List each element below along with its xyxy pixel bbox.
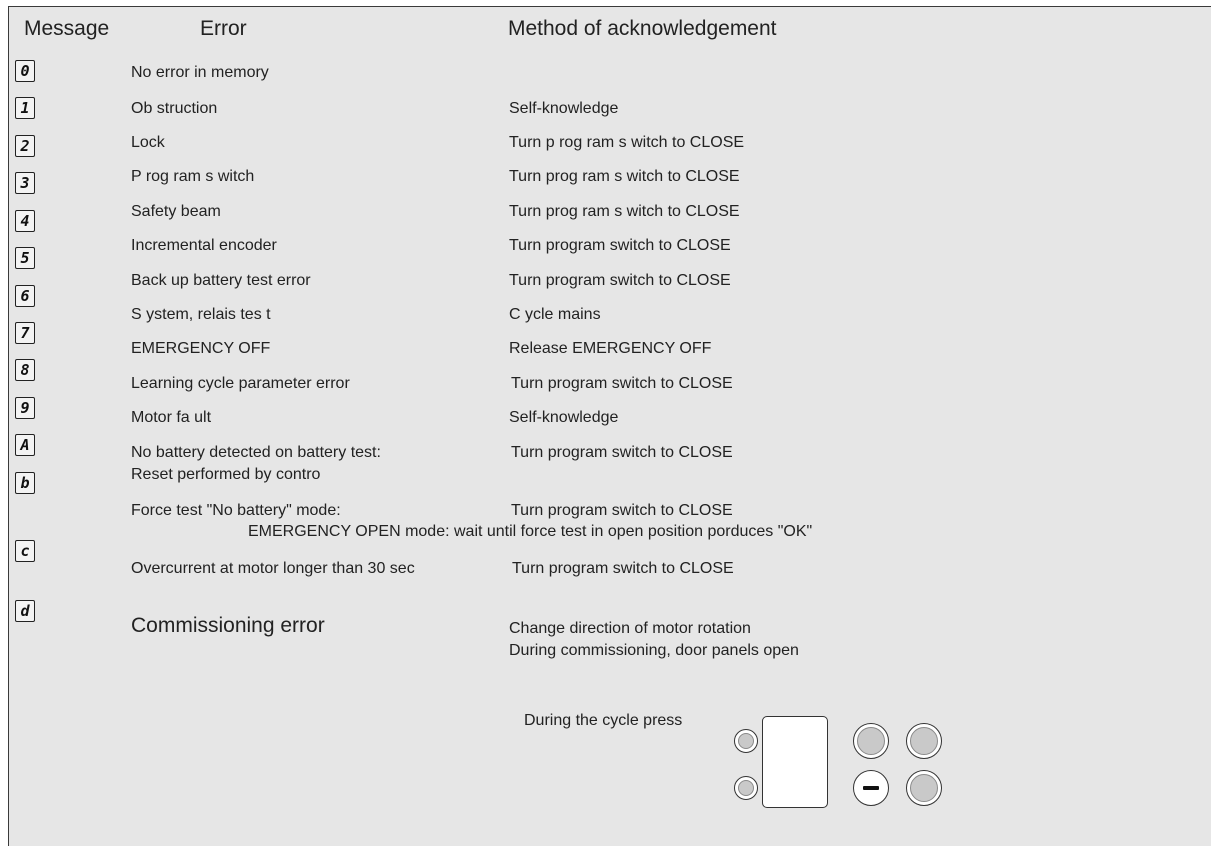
error-text: Force test "No battery" mode: bbox=[131, 502, 341, 519]
keypad-button[interactable] bbox=[906, 723, 942, 759]
error-code-glyph: 8 bbox=[15, 359, 35, 381]
method-text: Turn prog ram s witch to CLOSE bbox=[509, 168, 740, 185]
error-code-glyph: A bbox=[15, 434, 35, 456]
keypad-label: During the cycle press bbox=[524, 712, 683, 729]
method-text: During commissioning, door panels open bbox=[509, 642, 799, 659]
method-extra-text: EMERGENCY OPEN mode: wait until force te… bbox=[248, 523, 813, 540]
method-text: Turn program switch to CLOSE bbox=[509, 237, 731, 254]
minus-button[interactable] bbox=[853, 770, 889, 806]
error-code-glyph: 6 bbox=[15, 285, 35, 307]
error-code-glyph: 7 bbox=[15, 322, 35, 344]
method-text: Self-knowledge bbox=[509, 100, 619, 117]
minus-icon bbox=[863, 786, 879, 790]
error-text: Safety beam bbox=[131, 203, 221, 220]
error-code-glyph: b bbox=[15, 472, 35, 494]
error-code-glyph: 9 bbox=[15, 397, 35, 419]
method-text: Change direction of motor rotation bbox=[509, 620, 751, 637]
error-text: P rog ram s witch bbox=[131, 168, 255, 185]
method-text: Turn program switch to CLOSE bbox=[509, 272, 731, 289]
method-text: Turn program switch to CLOSE bbox=[511, 375, 733, 392]
error-text: Overcurrent at motor longer than 30 sec bbox=[131, 560, 415, 577]
method-text: C ycle mains bbox=[509, 306, 601, 323]
error-code-glyph: 2 bbox=[15, 135, 35, 157]
header-error: Error bbox=[200, 17, 247, 40]
header-message: Message bbox=[24, 17, 110, 40]
commissioning-error: Commissioning error bbox=[131, 614, 325, 637]
keypad-button[interactable] bbox=[853, 723, 889, 759]
indicator-led-icon bbox=[734, 776, 758, 800]
error-text: Lock bbox=[131, 134, 165, 151]
method-text: Turn p rog ram s witch to CLOSE bbox=[509, 134, 745, 151]
method-text: Turn program switch to CLOSE bbox=[511, 444, 733, 461]
error-text-line2: Reset performed by contro bbox=[131, 466, 321, 483]
error-code-glyph: d bbox=[15, 600, 35, 622]
error-code-glyph: 0 bbox=[15, 60, 35, 82]
method-text: Release EMERGENCY OFF bbox=[509, 340, 712, 357]
keypad-button[interactable] bbox=[906, 770, 942, 806]
error-code-glyph: c bbox=[15, 540, 35, 562]
indicator-led-icon bbox=[734, 729, 758, 753]
error-text: EMERGENCY OFF bbox=[131, 340, 271, 357]
display-window bbox=[762, 716, 828, 808]
error-text: No error in memory bbox=[131, 64, 269, 81]
method-text: Turn program switch to CLOSE bbox=[512, 560, 734, 577]
error-code-glyph: 1 bbox=[15, 97, 35, 119]
error-text: No battery detected on battery test: bbox=[131, 444, 381, 461]
error-text: Ob struction bbox=[131, 100, 218, 117]
error-text: Back up battery test error bbox=[131, 272, 311, 289]
error-code-glyph: 5 bbox=[15, 247, 35, 269]
error-text: S ystem, relais tes t bbox=[131, 306, 271, 323]
error-text: Motor fa ult bbox=[131, 409, 212, 426]
method-text: Turn prog ram s witch to CLOSE bbox=[509, 203, 740, 220]
header-method: Method of acknowledgement bbox=[508, 17, 777, 40]
error-code-glyph: 4 bbox=[15, 210, 35, 232]
method-text: Self-knowledge bbox=[509, 409, 619, 426]
method-text: Turn program switch to CLOSE bbox=[511, 502, 733, 519]
error-text: Learning cycle parameter error bbox=[131, 375, 350, 392]
error-text: Incremental encoder bbox=[131, 237, 277, 254]
error-code-glyph: 3 bbox=[15, 172, 35, 194]
